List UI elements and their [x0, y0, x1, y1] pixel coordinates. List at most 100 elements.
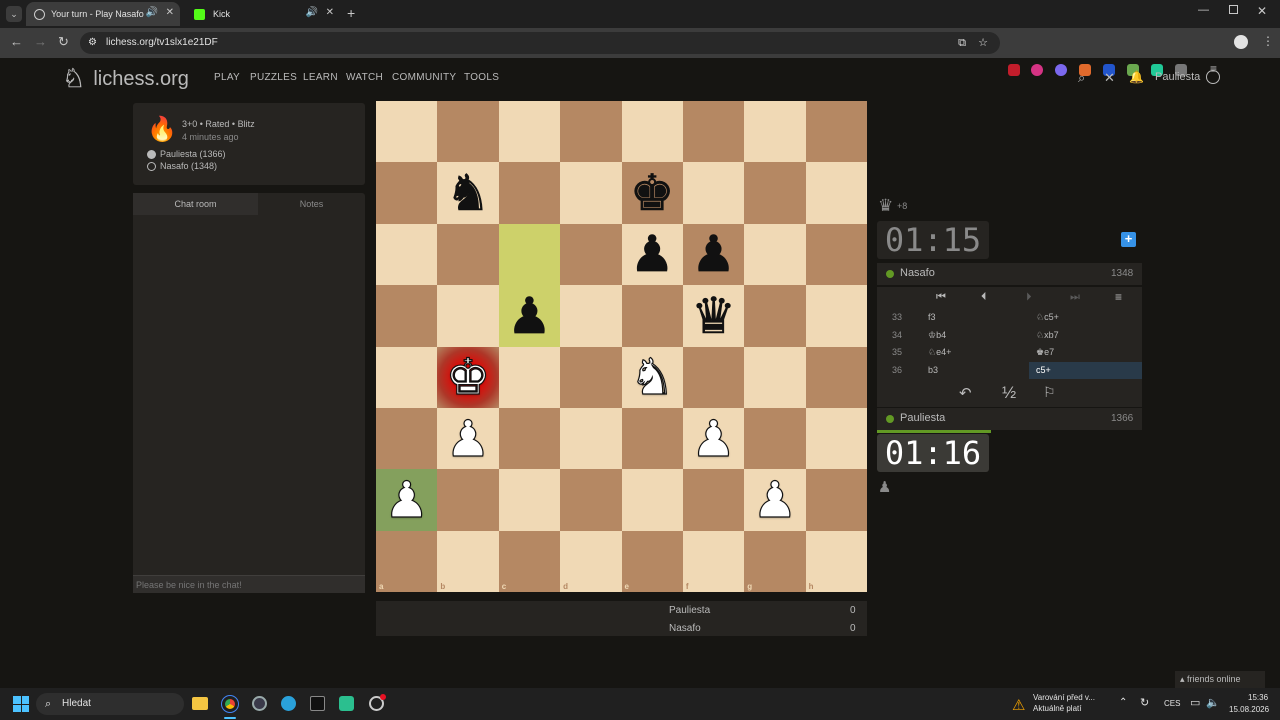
- square-a5[interactable]: [376, 285, 438, 347]
- site-info-icon[interactable]: ⚙: [88, 32, 97, 54]
- tab-lichess[interactable]: Your turn - Play Nasafo • lic 🔊 ✕: [26, 2, 180, 26]
- chrome-icon[interactable]: [221, 695, 239, 713]
- square-d4[interactable]: [560, 346, 622, 408]
- black-piece-c5[interactable]: ♟: [499, 285, 560, 346]
- square-e2[interactable]: [621, 469, 683, 531]
- square-c8[interactable]: [498, 101, 561, 163]
- square-d5[interactable]: [560, 285, 622, 347]
- tab-chat-room[interactable]: Chat room: [133, 193, 258, 215]
- square-a8[interactable]: [376, 101, 438, 163]
- nav-tools[interactable]: TOOLS: [464, 72, 499, 83]
- white-piece-a2[interactable]: ♟: [376, 469, 437, 530]
- tray-app-icon[interactable]: ↻: [1140, 696, 1149, 709]
- audio-icon[interactable]: 🔊: [306, 7, 318, 18]
- opponent-name[interactable]: Nasafo: [900, 267, 935, 279]
- square-h5[interactable]: [805, 285, 868, 347]
- square-c6[interactable]: [498, 223, 561, 286]
- add-time-icon[interactable]: +: [1121, 232, 1136, 247]
- user-avatar-icon[interactable]: [1206, 70, 1220, 84]
- back-icon[interactable]: ←: [10, 34, 23, 49]
- square-a3[interactable]: [376, 407, 438, 470]
- chess-board[interactable]: 8 7 6 5 4 3 2 1 a b c d e f g h ♞ ♚ ♟ ♟ ♟ ♛ ♚ ♞ ♟ ♟ ♟ ♟: [376, 101, 868, 593]
- black-piece-f5[interactable]: ♛: [683, 285, 744, 346]
- white-piece-e4[interactable]: ♞: [622, 347, 683, 408]
- nav-community[interactable]: COMMUNITY: [392, 72, 456, 83]
- search-icon[interactable]: ⌕: [1078, 70, 1085, 86]
- square-d7[interactable]: [560, 162, 622, 224]
- username-link[interactable]: Pauliesta: [1155, 71, 1200, 83]
- square-c4[interactable]: [498, 346, 561, 408]
- square-g6[interactable]: [744, 223, 806, 286]
- friends-online-button[interactable]: ▴ friends online: [1175, 671, 1265, 688]
- offer-draw-button[interactable]: ½: [1002, 383, 1016, 403]
- adblock-extension-icon[interactable]: [1008, 64, 1020, 76]
- black-move[interactable]: ♘xb7: [1036, 327, 1059, 344]
- square-c3[interactable]: [498, 407, 561, 470]
- square-f7[interactable]: [682, 162, 745, 224]
- square-c7[interactable]: [498, 162, 561, 224]
- prev-move-icon[interactable]: ⏴: [981, 291, 987, 304]
- next-move-icon[interactable]: ⏵: [1026, 291, 1032, 304]
- telegram-icon[interactable]: [281, 696, 296, 711]
- minimize-button[interactable]: —: [1198, 4, 1209, 16]
- last-move-icon[interactable]: ⏭: [1070, 291, 1080, 304]
- forward-icon[interactable]: →: [34, 34, 47, 49]
- warning-icon[interactable]: ⚠: [1012, 696, 1025, 714]
- square-e8[interactable]: [621, 101, 683, 163]
- reload-icon[interactable]: ↻: [58, 34, 69, 50]
- file-explorer-icon[interactable]: [192, 697, 208, 710]
- first-move-icon[interactable]: ⏮: [936, 291, 946, 304]
- square-d8[interactable]: [560, 101, 622, 163]
- square-g8[interactable]: [744, 101, 806, 163]
- my-name[interactable]: Pauliesta: [900, 412, 945, 424]
- browser-menu-icon[interactable]: ⋮: [1262, 34, 1274, 48]
- url-field[interactable]: ⚙ lichess.org/tv1slx1e21DF ⧉ ☆: [80, 32, 1000, 54]
- white-piece-f3[interactable]: ♟: [683, 408, 744, 469]
- extension-icon[interactable]: [1031, 64, 1043, 76]
- profile-avatar-icon[interactable]: [1234, 35, 1248, 49]
- notifications-bell-icon[interactable]: 🔔: [1129, 70, 1144, 84]
- white-move[interactable]: ♘e4+: [928, 344, 951, 361]
- black-move[interactable]: ♘c5+: [1036, 309, 1059, 326]
- black-piece-e6[interactable]: ♟: [622, 224, 683, 285]
- square-d1[interactable]: [560, 530, 622, 593]
- nav-puzzles[interactable]: PUZZLES: [250, 72, 297, 83]
- close-tab-icon[interactable]: ✕: [326, 7, 334, 18]
- maximize-button[interactable]: [1229, 5, 1238, 14]
- square-g5[interactable]: [744, 285, 806, 347]
- notification-title[interactable]: Varování před v...: [1033, 693, 1095, 702]
- square-a6[interactable]: [376, 223, 438, 286]
- chat-input[interactable]: [133, 575, 365, 593]
- square-b6[interactable]: [437, 223, 499, 286]
- square-e5[interactable]: [621, 285, 683, 347]
- tab-kick[interactable]: Kick 🔊 ✕: [186, 2, 340, 26]
- square-a4[interactable]: [376, 346, 438, 408]
- white-piece-g2[interactable]: ♟: [744, 469, 805, 530]
- square-b2[interactable]: [437, 469, 499, 531]
- square-a1[interactable]: [376, 530, 438, 593]
- clock-date[interactable]: 15.08.2026: [1229, 705, 1269, 714]
- square-h8[interactable]: [805, 101, 868, 163]
- extension-icon[interactable]: [1055, 64, 1067, 76]
- square-d2[interactable]: [560, 469, 622, 531]
- square-g3[interactable]: [744, 407, 806, 470]
- tray-chevron-icon[interactable]: ⌃: [1119, 697, 1127, 708]
- install-icon[interactable]: ⧉: [958, 32, 966, 54]
- white-move[interactable]: ♔b4: [928, 327, 946, 344]
- lichess-logo[interactable]: ♘ lichess.org: [62, 64, 189, 95]
- takeback-icon[interactable]: ↶: [959, 384, 972, 402]
- close-window-button[interactable]: ✕: [1257, 4, 1267, 18]
- square-f1[interactable]: [682, 530, 745, 593]
- black-piece-e7[interactable]: ♚: [622, 162, 683, 223]
- square-f8[interactable]: [682, 101, 745, 163]
- square-b8[interactable]: [437, 101, 499, 163]
- square-b5[interactable]: [437, 285, 499, 347]
- square-f2[interactable]: [682, 469, 745, 531]
- square-h7[interactable]: [805, 162, 868, 224]
- nav-learn[interactable]: LEARN: [303, 72, 338, 83]
- white-player-link[interactable]: Pauliesta (1366): [160, 149, 226, 159]
- square-h4[interactable]: [805, 346, 868, 408]
- square-g4[interactable]: [744, 346, 806, 408]
- white-move[interactable]: f3: [928, 309, 936, 326]
- square-d6[interactable]: [560, 223, 622, 286]
